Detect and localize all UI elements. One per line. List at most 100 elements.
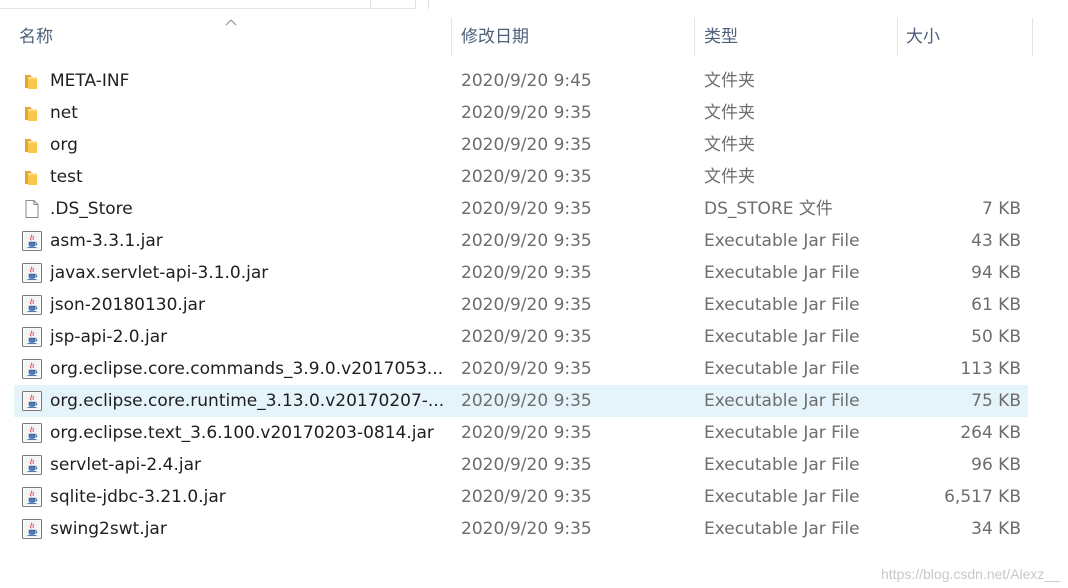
file-type: Executable Jar File — [704, 487, 860, 507]
file-size: 50 KB — [971, 327, 1021, 347]
file-size — [894, 65, 1021, 97]
file-modified-date: 2020/9/20 9:35 — [461, 167, 592, 187]
column-header-date[interactable]: 修改日期 — [461, 18, 686, 56]
file-name: javax.servlet-api-3.1.0.jar — [50, 263, 269, 283]
file-type: Executable Jar File — [704, 391, 860, 411]
java-jar-icon — [20, 229, 44, 253]
file-row[interactable]: sqlite-jdbc-3.21.0.jar 2020/9/20 9:35 Exec… — [14, 481, 1028, 513]
column-divider[interactable] — [897, 18, 898, 56]
file-name: json-20180130.jar — [50, 295, 205, 315]
file-explorer-pane: 名称 修改日期 类型 大小 META-INF 2020/9/20 9:45 文件夹 n… — [0, 0, 1068, 588]
file-row[interactable]: META-INF 2020/9/20 9:45 文件夹 — [14, 65, 1028, 97]
watermark: https://blog.csdn.net/Alexz__ — [881, 566, 1060, 582]
java-jar-icon — [20, 421, 44, 445]
file-type: 文件夹 — [704, 103, 755, 123]
java-jar-icon — [20, 485, 44, 509]
file-name: test — [50, 167, 83, 187]
file-size — [894, 129, 1021, 161]
file-row[interactable]: .DS_Store 2020/9/20 9:35 DS_STORE 文件 7 KB — [14, 193, 1028, 225]
file-size: 75 KB — [971, 391, 1021, 411]
file-modified-date: 2020/9/20 9:35 — [461, 455, 592, 475]
file-modified-date: 2020/9/20 9:35 — [461, 263, 592, 283]
column-header-size[interactable]: 大小 — [906, 18, 1024, 56]
column-header-bar: 名称 修改日期 类型 大小 — [0, 18, 1068, 56]
java-jar-icon — [20, 293, 44, 317]
file-size: 61 KB — [971, 295, 1021, 315]
file-type: Executable Jar File — [704, 519, 860, 539]
file-size: 94 KB — [971, 263, 1021, 283]
file-size: 34 KB — [971, 519, 1021, 539]
file-modified-date: 2020/9/20 9:45 — [461, 71, 592, 91]
file-modified-date: 2020/9/20 9:35 — [461, 199, 592, 219]
file-name: META-INF — [50, 71, 130, 91]
file-modified-date: 2020/9/20 9:35 — [461, 135, 592, 155]
java-jar-icon — [20, 261, 44, 285]
top-strip — [0, 0, 1068, 9]
java-jar-icon — [20, 453, 44, 477]
file-type: DS_STORE 文件 — [704, 199, 833, 219]
file-row[interactable]: org.eclipse.text_3.6.100.v20170203-0814.… — [14, 417, 1028, 449]
file-type: Executable Jar File — [704, 423, 860, 443]
java-jar-icon — [20, 325, 44, 349]
file-type: Executable Jar File — [704, 359, 860, 379]
file-type: 文件夹 — [704, 135, 755, 155]
java-jar-icon — [20, 389, 44, 413]
file-row[interactable]: org.eclipse.core.commands_3.9.0.v2017053… — [14, 353, 1028, 385]
file-size — [894, 161, 1021, 193]
file-type: 文件夹 — [704, 71, 755, 91]
file-size: 7 KB — [981, 199, 1021, 219]
file-name: .DS_Store — [50, 199, 133, 219]
column-header-name[interactable]: 名称 — [19, 18, 439, 56]
file-modified-date: 2020/9/20 9:35 — [461, 327, 592, 347]
file-name: net — [50, 103, 78, 123]
file-name: jsp-api-2.0.jar — [50, 327, 168, 347]
column-divider[interactable] — [1032, 18, 1033, 56]
file-modified-date: 2020/9/20 9:35 — [461, 391, 592, 411]
column-divider[interactable] — [694, 18, 695, 56]
file-type: Executable Jar File — [704, 327, 860, 347]
file-size — [894, 97, 1021, 129]
file-modified-date: 2020/9/20 9:35 — [461, 295, 592, 315]
file-list: META-INF 2020/9/20 9:45 文件夹 net 2020/9/20 9:… — [14, 65, 1028, 545]
file-name: org.eclipse.core.runtime_3.13.0.v2017020… — [50, 391, 445, 411]
file-modified-date: 2020/9/20 9:35 — [461, 519, 592, 539]
file-type: 文件夹 — [704, 167, 755, 187]
file-row[interactable]: test 2020/9/20 9:35 文件夹 — [14, 161, 1028, 193]
file-row[interactable]: servlet-api-2.4.jar 2020/9/20 9:35 Executa… — [14, 449, 1028, 481]
file-size: 96 KB — [971, 455, 1021, 475]
folder-icon — [20, 165, 44, 189]
file-name: asm-3.3.1.jar — [50, 231, 163, 251]
java-jar-icon — [20, 357, 44, 381]
column-header-type[interactable]: 类型 — [704, 18, 889, 56]
file-row[interactable]: jsp-api-2.0.jar 2020/9/20 9:35 Executable … — [14, 321, 1028, 353]
file-row[interactable]: org.eclipse.core.runtime_3.13.0.v2017020… — [14, 385, 1028, 417]
file-name: org.eclipse.core.commands_3.9.0.v2017053… — [50, 359, 444, 379]
column-divider[interactable] — [451, 18, 452, 56]
file-row[interactable]: net 2020/9/20 9:35 文件夹 — [14, 97, 1028, 129]
folder-icon — [20, 133, 44, 157]
file-modified-date: 2020/9/20 9:35 — [461, 423, 592, 443]
file-size: 264 KB — [960, 423, 1021, 443]
file-type: Executable Jar File — [704, 231, 860, 251]
file-row[interactable]: swing2swt.jar 2020/9/20 9:35 Executable Ja… — [14, 513, 1028, 545]
file-row[interactable]: javax.servlet-api-3.1.0.jar 2020/9/20 9:3… — [14, 257, 1028, 289]
file-name: swing2swt.jar — [50, 519, 167, 539]
file-name: servlet-api-2.4.jar — [50, 455, 201, 475]
file-row[interactable]: asm-3.3.1.jar 2020/9/20 9:35 Executable Ja… — [14, 225, 1028, 257]
file-modified-date: 2020/9/20 9:35 — [461, 231, 592, 251]
file-name: sqlite-jdbc-3.21.0.jar — [50, 487, 226, 507]
file-row[interactable]: org 2020/9/20 9:35 文件夹 — [14, 129, 1028, 161]
file-name: org.eclipse.text_3.6.100.v20170203-0814.… — [50, 423, 434, 443]
file-icon — [20, 197, 44, 221]
file-size: 6,517 KB — [944, 487, 1021, 507]
file-type: Executable Jar File — [704, 455, 860, 475]
java-jar-icon — [20, 517, 44, 541]
file-row[interactable]: json-20180130.jar 2020/9/20 9:35 Executabl… — [14, 289, 1028, 321]
file-modified-date: 2020/9/20 9:35 — [461, 487, 592, 507]
file-size: 113 KB — [960, 359, 1021, 379]
folder-icon — [20, 101, 44, 125]
file-type: Executable Jar File — [704, 295, 860, 315]
file-modified-date: 2020/9/20 9:35 — [461, 359, 592, 379]
file-name: org — [50, 135, 78, 155]
folder-icon — [20, 69, 44, 93]
